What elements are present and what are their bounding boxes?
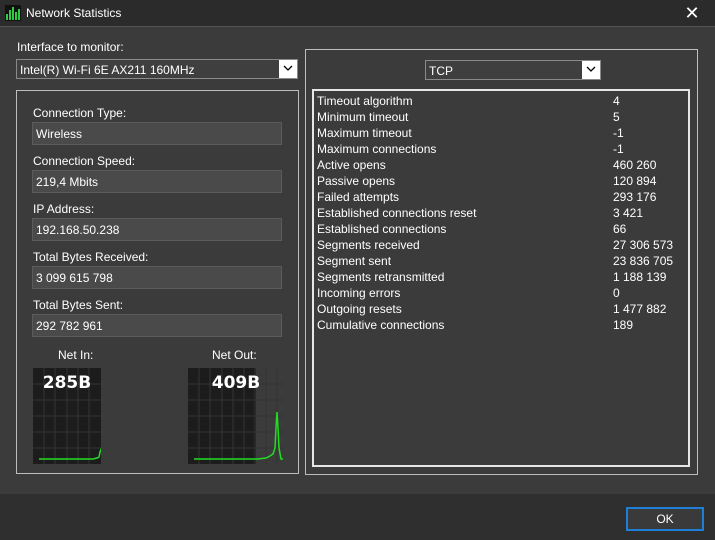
ip-address-label: IP Address: bbox=[33, 202, 95, 216]
stat-name: Timeout algorithm bbox=[317, 94, 413, 108]
bytes-received-field: 3 099 615 798 bbox=[32, 266, 282, 289]
chevron-down-icon[interactable] bbox=[279, 60, 297, 78]
stat-value: 293 176 bbox=[613, 190, 657, 204]
net-out-meter: 409B bbox=[188, 368, 284, 464]
stat-value: 5 bbox=[613, 110, 620, 124]
bytes-sent-label: Total Bytes Sent: bbox=[33, 298, 124, 312]
stat-name: Failed attempts bbox=[317, 190, 400, 204]
title-bar: Network Statistics ✕ bbox=[0, 0, 715, 27]
stat-value: 66 bbox=[613, 222, 627, 236]
stat-value: 189 bbox=[613, 318, 634, 332]
close-icon: ✕ bbox=[684, 3, 700, 23]
stat-name: Segment sent bbox=[317, 254, 392, 268]
stat-name: Active opens bbox=[317, 158, 386, 172]
stat-name: Segments received bbox=[317, 238, 420, 252]
list-item: Established connections 66 bbox=[317, 222, 687, 238]
list-item: Maximum timeout -1 bbox=[317, 126, 687, 142]
stat-name: Minimum timeout bbox=[317, 110, 409, 124]
list-item: Maximum connections -1 bbox=[317, 142, 687, 158]
stat-value: 1 477 882 bbox=[613, 302, 667, 316]
bytes-received-value: 3 099 615 798 bbox=[36, 271, 113, 285]
ok-button[interactable]: OK bbox=[626, 507, 704, 531]
dialog-footer bbox=[0, 494, 715, 540]
stat-name: Maximum connections bbox=[317, 142, 437, 156]
list-item: Segments received 27 306 573 bbox=[317, 238, 687, 254]
close-button[interactable]: ✕ bbox=[669, 0, 715, 26]
connection-type-value: Wireless bbox=[36, 127, 83, 141]
list-item: Cumulative connections 189 bbox=[317, 318, 687, 334]
stat-value: 460 260 bbox=[613, 158, 657, 172]
protocol-selected-value: TCP bbox=[429, 64, 453, 78]
stat-name: Established connections reset bbox=[317, 206, 477, 220]
stat-name: Outgoing resets bbox=[317, 302, 402, 316]
protocol-dropdown[interactable]: TCP bbox=[425, 60, 601, 80]
stat-value: 4 bbox=[613, 94, 620, 108]
bytes-received-label: Total Bytes Received: bbox=[33, 250, 149, 264]
list-item: Segment sent 23 836 705 bbox=[317, 254, 687, 270]
list-item: Outgoing resets 1 477 882 bbox=[317, 302, 687, 318]
stat-value: 0 bbox=[613, 286, 620, 300]
connection-speed-value: 219,4 Mbits bbox=[36, 175, 99, 189]
protocol-stats-list[interactable]: Timeout algorithm 4 Minimum timeout 5 Maxi… bbox=[312, 89, 690, 467]
window-title: Network Statistics bbox=[26, 6, 122, 20]
stat-value: 23 836 705 bbox=[613, 254, 674, 268]
network-stats-app-icon bbox=[5, 5, 21, 21]
stat-value: -1 bbox=[613, 126, 624, 140]
stat-name: Segments retransmitted bbox=[317, 270, 445, 284]
list-item: Segments retransmitted 1 188 139 bbox=[317, 270, 687, 286]
net-in-traffic-line bbox=[39, 447, 101, 460]
net-in-value: 285B bbox=[42, 373, 92, 393]
net-out-value: 409B bbox=[211, 373, 261, 393]
net-in-label: Net In: bbox=[58, 348, 94, 362]
stat-value: 120 894 bbox=[613, 174, 657, 188]
connection-speed-field: 219,4 Mbits bbox=[32, 170, 282, 193]
chevron-down-icon[interactable] bbox=[582, 61, 600, 79]
net-out-label: Net Out: bbox=[212, 348, 257, 362]
list-item: Incoming errors 0 bbox=[317, 286, 687, 302]
stat-name: Passive opens bbox=[317, 174, 396, 188]
list-item: Minimum timeout 5 bbox=[317, 110, 687, 126]
connection-speed-label: Connection Speed: bbox=[33, 154, 136, 168]
connection-type-label: Connection Type: bbox=[33, 106, 127, 120]
net-out-traffic-line bbox=[194, 411, 283, 460]
interface-selected-value: Intel(R) Wi-Fi 6E AX211 160MHz bbox=[20, 63, 195, 77]
connection-type-field: Wireless bbox=[32, 122, 282, 145]
stat-name: Maximum timeout bbox=[317, 126, 412, 140]
bytes-sent-field: 292 782 961 bbox=[32, 314, 282, 337]
ip-address-field: 192.168.50.238 bbox=[32, 218, 282, 241]
list-item: Failed attempts 293 176 bbox=[317, 190, 687, 206]
ip-address-value: 192.168.50.238 bbox=[36, 223, 120, 237]
stat-name: Established connections bbox=[317, 222, 447, 236]
list-item: Timeout algorithm 4 bbox=[317, 94, 687, 110]
list-item: Established connections reset 3 421 bbox=[317, 206, 687, 222]
net-in-meter: 285B bbox=[33, 368, 101, 464]
stat-value: 3 421 bbox=[613, 206, 644, 220]
stat-name: Incoming errors bbox=[317, 286, 401, 300]
interface-label: Interface to monitor: bbox=[17, 40, 124, 54]
interface-dropdown[interactable]: Intel(R) Wi-Fi 6E AX211 160MHz bbox=[16, 59, 298, 79]
stat-value: -1 bbox=[613, 142, 624, 156]
stat-value: 1 188 139 bbox=[613, 270, 667, 284]
bytes-sent-value: 292 782 961 bbox=[36, 319, 103, 333]
list-item: Active opens 460 260 bbox=[317, 158, 687, 174]
stat-name: Cumulative connections bbox=[317, 318, 445, 332]
list-item: Passive opens 120 894 bbox=[317, 174, 687, 190]
stat-value: 27 306 573 bbox=[613, 238, 674, 252]
